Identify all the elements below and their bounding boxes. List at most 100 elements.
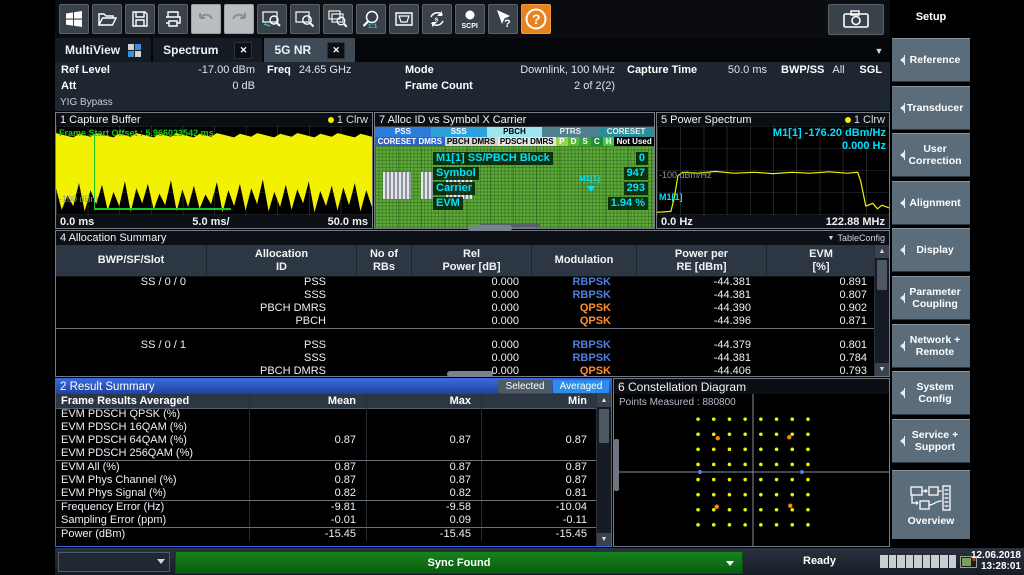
sequence-icon[interactable]: s: [422, 4, 452, 34]
capture-buffer-panel[interactable]: 1 Capture Buffer 1 Clrw Frame Start Offs…: [55, 112, 373, 229]
frame-count-value[interactable]: 2 of 2(2): [574, 80, 615, 92]
zoom-1to1-icon[interactable]: 1:1: [356, 4, 386, 34]
sidebar-button-alignment[interactable]: Alignment: [892, 181, 970, 225]
spectrum-marker-m1-tag[interactable]: M1[1]: [659, 192, 683, 202]
result-summary-row: EVM Phys Channel (%)0.870.870.87: [56, 474, 597, 487]
marker-info-text: EVM: [433, 197, 463, 210]
cell-mod: QPSK: [531, 315, 636, 328]
capture-x-start: 0.0 ms: [60, 216, 94, 228]
scpi-label: SCPI: [462, 23, 478, 30]
redo-icon[interactable]: [224, 4, 254, 34]
cell-max: 0.09: [366, 514, 481, 527]
constellation-panel[interactable]: 6 Constellation Diagram Points Measured …: [613, 378, 890, 547]
splitter-handle[interactable]: [614, 439, 619, 491]
windows-start-icon[interactable]: [59, 4, 89, 34]
marker-info-row: Symbol947: [433, 167, 648, 180]
sidebar-button-service-support[interactable]: Service + Support: [892, 419, 970, 463]
power-spectrum-plot[interactable]: M1[1] -176.20 dBm/Hz0.000 Hz -100 dBm/Hz…: [657, 126, 889, 215]
help-icon[interactable]: ?: [521, 4, 551, 34]
cell-mean: [249, 421, 366, 434]
allocation-summary-panel[interactable]: 4 Allocation Summary ▼ TableConfig BWP/S…: [55, 230, 890, 377]
tab-averaged[interactable]: Averaged: [553, 380, 609, 393]
col-bwp-sf-slot: BWP/SF/Slot: [98, 254, 165, 267]
sync-status-button[interactable]: Sync Found: [175, 551, 743, 574]
cell-evm: 0.793: [766, 365, 875, 376]
sidebar-button-label: Reference: [898, 54, 965, 66]
ref-level-value[interactable]: -17.00 dBm: [198, 64, 255, 76]
power-spectrum-panel[interactable]: 5 Power Spectrum 1 Clrw M1[1] -176.20 dB…: [656, 112, 890, 229]
zoom-icon[interactable]: [290, 4, 320, 34]
tab-overflow-button[interactable]: ▼: [872, 44, 886, 58]
cell-mean: -15.45: [249, 528, 366, 541]
status-selector-dropdown[interactable]: [58, 552, 170, 572]
cell-power: -44.381: [636, 289, 766, 302]
legend-item-ptrs: PTRS: [542, 127, 598, 137]
alloc-legend-row-1: PSSSSSPBCHPTRSCORESET: [375, 127, 654, 137]
sidebar-button-network-remote[interactable]: Network + Remote: [892, 324, 970, 368]
cell-evm: 0.801: [766, 339, 875, 352]
splitter-handle[interactable]: [468, 225, 512, 231]
scroll-down-icon[interactable]: ▼: [597, 533, 611, 546]
sidebar: Setup Overview ReferenceTransducerUser C…: [890, 0, 1024, 548]
svg-text:?: ?: [504, 18, 511, 30]
result-summary-panel[interactable]: 2 Result Summary Selected Averaged Frame…: [55, 378, 612, 547]
sidebar-button-overview[interactable]: Overview: [892, 470, 970, 539]
cell-power: -44.381: [636, 352, 766, 365]
context-help-icon[interactable]: ?: [488, 4, 518, 34]
allocation-summary-row: SSS0.000RBPSK-44.3810.784: [56, 352, 875, 365]
svg-text:s: s: [435, 17, 439, 24]
sidebar-button-parameter-coupling[interactable]: Parameter Coupling: [892, 276, 970, 320]
freq-value[interactable]: 24.65 GHz: [299, 64, 352, 76]
scroll-thumb[interactable]: [877, 260, 887, 290]
cell-min: -10.04: [481, 501, 597, 514]
tab-5g-nr-close-icon[interactable]: ✕: [327, 42, 345, 59]
constellation-plot[interactable]: Points Measured : 880800: [614, 394, 889, 546]
cell-label: EVM PDSCH 256QAM (%): [56, 447, 249, 460]
display-config-icon[interactable]: [389, 4, 419, 34]
splitter-handle[interactable]: [447, 371, 493, 377]
zoom-signal-icon[interactable]: [257, 4, 287, 34]
scpi-recorder-icon[interactable]: SCPI: [455, 4, 485, 34]
spectrum-ref-level-label: -100 dBm/Hz: [659, 170, 712, 180]
sidebar-button-transducer[interactable]: Transducer: [892, 86, 970, 130]
marker-m1-tag[interactable]: M1[1]: [579, 174, 600, 183]
save-icon[interactable]: [125, 4, 155, 34]
screenshot-button[interactable]: [828, 4, 884, 35]
scroll-up-icon[interactable]: ▲: [597, 394, 611, 407]
print-icon[interactable]: [158, 4, 188, 34]
sidebar-button-display[interactable]: Display: [892, 228, 970, 272]
cell-mean: 0.87: [249, 434, 366, 447]
alloc-map-plot[interactable]: M1[1] SS/PBCH Block0Symbol947Carrier293E…: [375, 146, 654, 228]
cell-label: Power (dBm): [56, 528, 249, 541]
result-summary-scrollbar[interactable]: ▲ ▼: [596, 394, 611, 546]
mode-value[interactable]: Downlink, 100 MHz: [520, 64, 615, 76]
cell-mean: [249, 408, 366, 421]
cell-id: PBCH DMRS: [206, 302, 356, 315]
tab-spectrum[interactable]: Spectrum ✕: [153, 38, 262, 62]
sidebar-button-reference[interactable]: Reference: [892, 38, 970, 82]
tab-selected[interactable]: Selected: [498, 380, 552, 393]
att-value[interactable]: 0 dB: [232, 80, 255, 92]
open-file-icon[interactable]: [92, 4, 122, 34]
sidebar-button-user-correction[interactable]: User Correction: [892, 133, 970, 177]
tableconfig-button[interactable]: ▼ TableConfig: [828, 233, 885, 243]
bwp-ss-value[interactable]: All: [832, 64, 844, 76]
capture-time-value[interactable]: 50.0 ms: [728, 64, 767, 76]
allocation-summary-scrollbar[interactable]: ▲ ▼: [874, 245, 889, 376]
alloc-id-map-panel[interactable]: 7 Alloc ID vs Symbol X Carrier PSSSSSPBC…: [374, 112, 655, 229]
scroll-up-icon[interactable]: ▲: [875, 245, 889, 258]
sidebar-button-system-config[interactable]: System Config: [892, 371, 970, 415]
capture-buffer-plot[interactable]: Frame Start Offset : 5.966023542 ms -100…: [56, 126, 372, 215]
multi-zoom-icon[interactable]: [323, 4, 353, 34]
tab-5g-nr[interactable]: 5G NR ✕: [264, 38, 355, 62]
tab-spectrum-close-icon[interactable]: ✕: [234, 42, 252, 59]
scroll-thumb[interactable]: [599, 409, 609, 443]
allocation-block: [421, 172, 433, 199]
scroll-down-icon[interactable]: ▼: [875, 363, 889, 376]
undo-icon[interactable]: [191, 4, 221, 34]
allocation-summary-header: BWP/SF/Slot AllocationID No ofRBs RelPow…: [56, 245, 889, 277]
tableconfig-caret-icon: ▼: [828, 235, 835, 242]
marker-info-row: M1[1] SS/PBCH Block0: [433, 152, 648, 165]
tab-multiview[interactable]: MultiView: [55, 38, 151, 62]
marker-readout-line: M1[1] -176.20 dBm/Hz: [773, 127, 886, 140]
